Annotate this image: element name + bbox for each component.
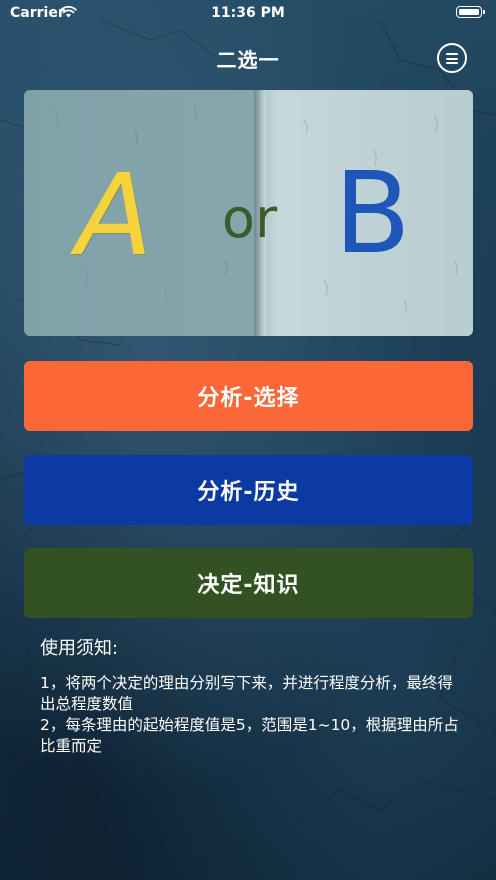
hamburger-menu-icon[interactable]	[437, 43, 467, 73]
page-title: 二选一	[216, 48, 280, 72]
battery-icon	[456, 6, 485, 18]
instructions-title: 使用须知:	[40, 638, 119, 659]
word-or: or	[222, 187, 278, 250]
instruction-line-1: 1，将两个决定的理由分别写下来，并进行程度分析，最终得出总程度数值	[40, 674, 453, 713]
status-bar: Carrier 11:36 PM	[0, 0, 496, 26]
letter-b: B	[334, 149, 411, 279]
analyze-choose-button[interactable]: 分析-选择	[24, 361, 473, 431]
status-time: 11:36 PM	[211, 5, 285, 21]
letter-a: A	[76, 151, 153, 281]
instruction-line-2: 2，每条理由的起始程度值是5，范围是1~10，根据理由所占比重而定	[40, 716, 459, 755]
decision-knowledge-button[interactable]: 决定-知识	[24, 548, 473, 618]
a-or-b-banner: A or B	[24, 90, 473, 336]
analyze-history-button[interactable]: 分析-历史	[24, 455, 473, 525]
instructions-body: 1，将两个决定的理由分别写下来，并进行程度分析，最终得出总程度数值 2，每条理由…	[40, 673, 460, 757]
